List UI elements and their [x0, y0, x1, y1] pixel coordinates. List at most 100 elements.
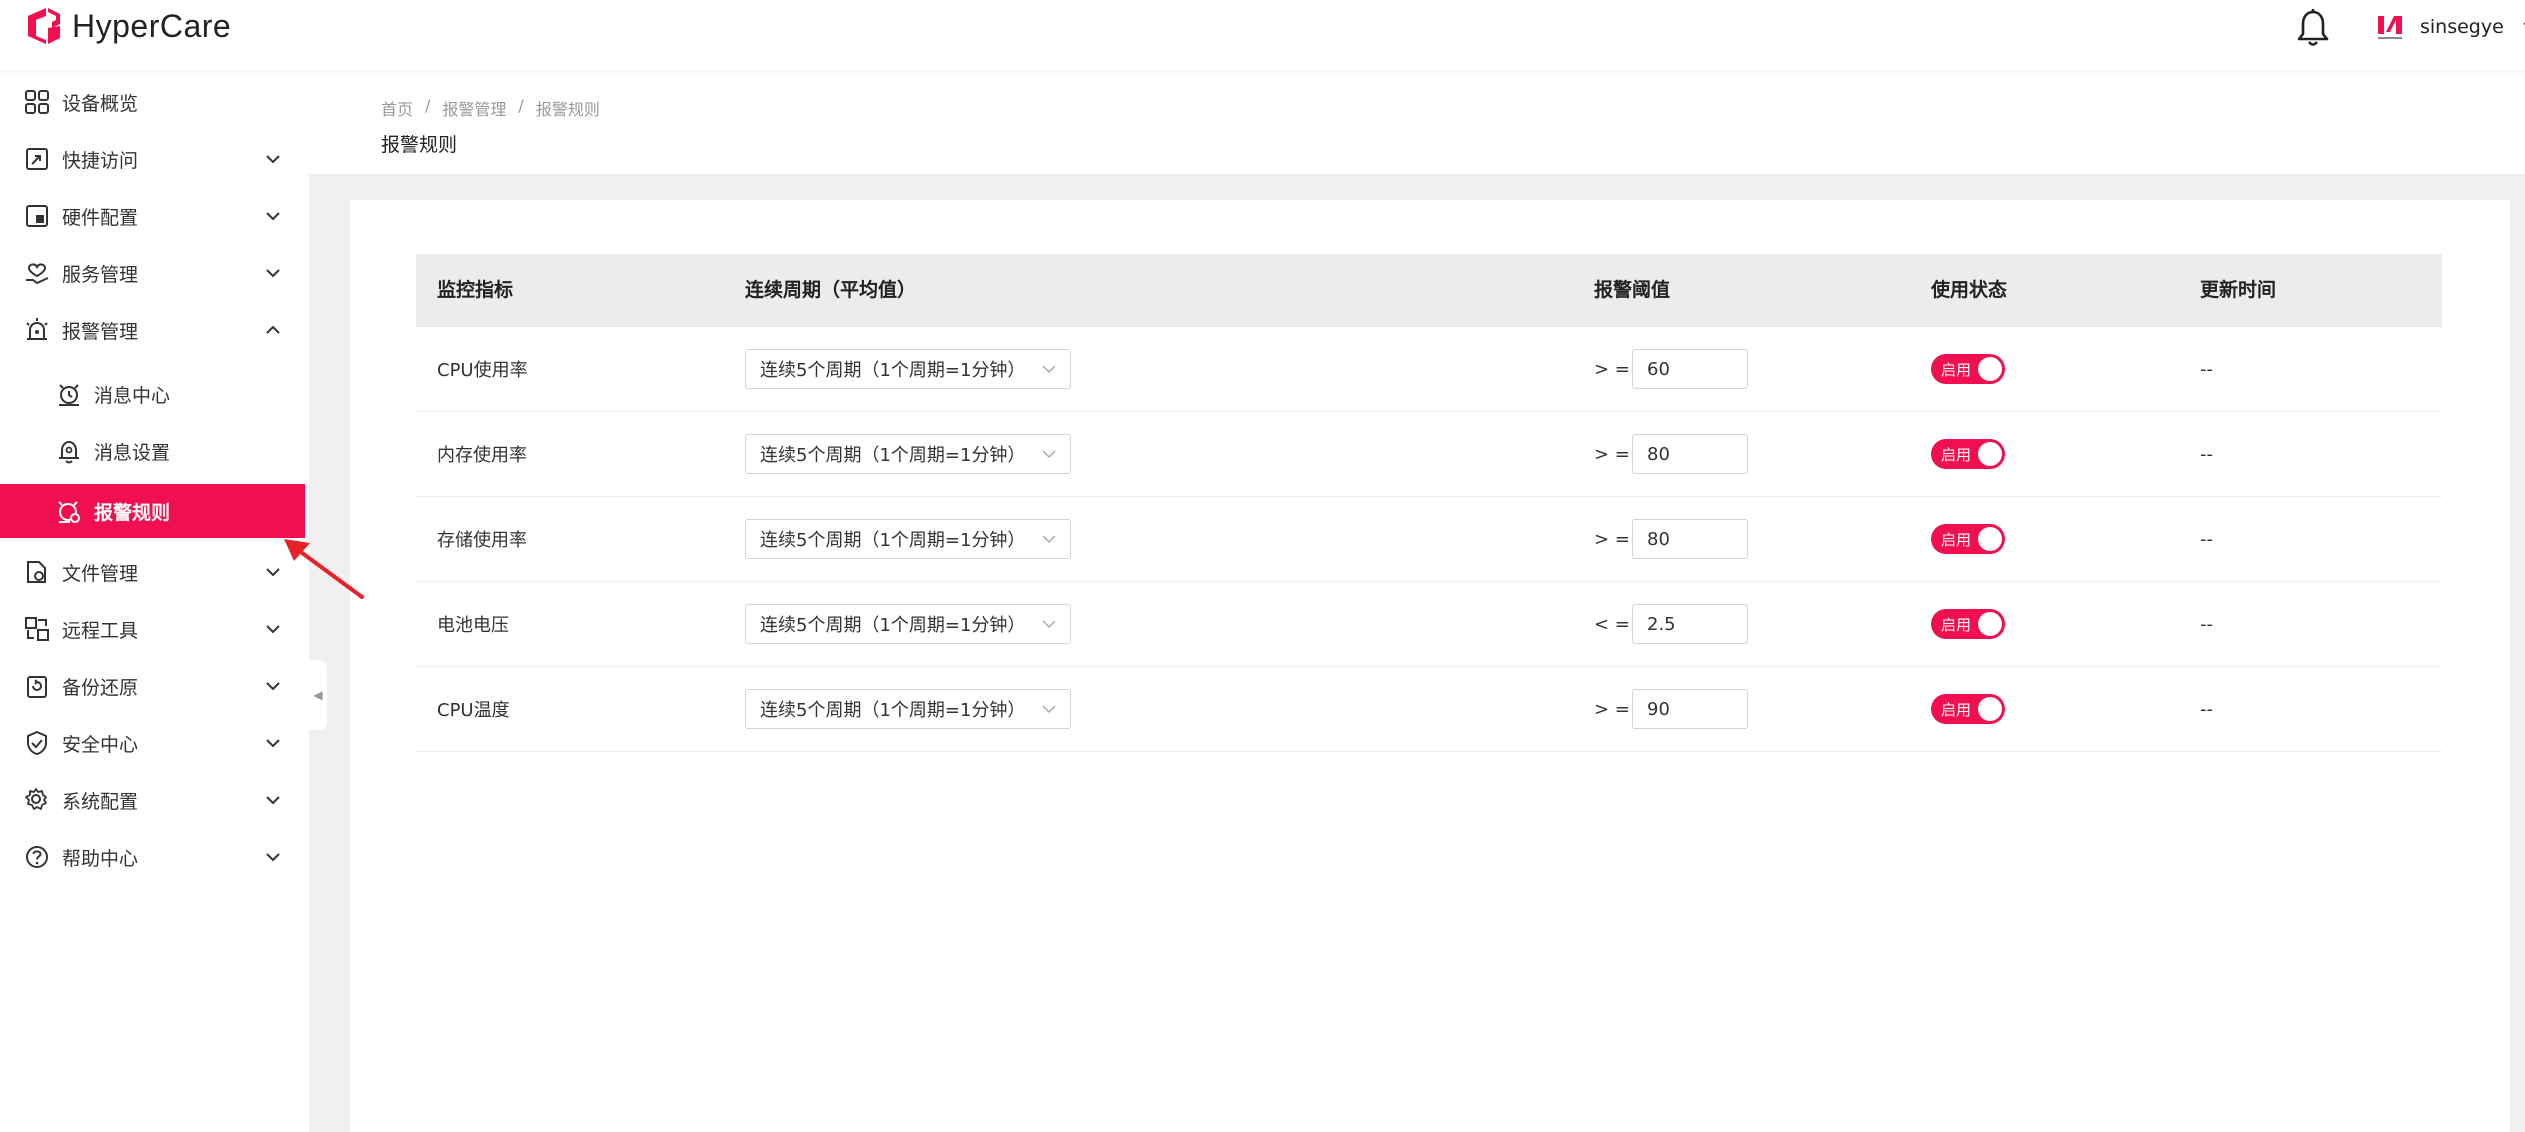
sidebar-item-label: 报警管理	[62, 320, 139, 343]
chevron-down-icon	[1042, 705, 1056, 714]
toggle-knob	[1978, 357, 2002, 381]
shortcut-icon	[26, 148, 48, 170]
status-toggle-label: 启用	[1941, 531, 1972, 549]
user-menu[interactable]: sinsegye	[2374, 8, 2525, 46]
threshold-input[interactable]	[1632, 434, 1748, 474]
breadcrumb-current: 报警规则	[535, 100, 600, 119]
service-icon	[26, 263, 49, 285]
sidebar-item-label: 设备概览	[62, 92, 139, 115]
page-header: 首页 / 报警管理 / 报警规则 报警规则	[309, 70, 2525, 174]
sidebar-item-label: 远程工具	[62, 619, 139, 642]
period-select-value: 连续5个周期（1个周期=1分钟）	[760, 615, 1026, 636]
table-header: 监控指标 连续周期（平均值） 报警阈值 使用状态 更新时间	[416, 254, 2442, 327]
threshold-input[interactable]	[1632, 519, 1748, 559]
breadcrumb-separator: /	[518, 96, 524, 115]
table-row: 电池电压 连续5个周期（1个周期=1分钟） < = 启用 --	[416, 582, 2442, 667]
status-toggle[interactable]: 启用	[1931, 524, 2005, 554]
sidebar-item-file[interactable]: 文件管理	[0, 544, 305, 600]
breadcrumb: 首页 / 报警管理 / 报警规则	[381, 96, 600, 120]
sidebar-item-backup[interactable]: 备份还原	[0, 658, 305, 714]
column-header-updated: 更新时间	[2200, 279, 2277, 301]
chevron-down-icon	[266, 269, 280, 278]
shield-icon	[27, 730, 47, 756]
notification-bell-icon[interactable]	[2296, 8, 2330, 48]
operator-label: > =	[1594, 698, 1630, 720]
chevron-down-icon	[266, 212, 280, 221]
column-header-threshold: 报警阈值	[1594, 279, 1671, 301]
chevron-down-icon	[1042, 450, 1056, 459]
status-toggle[interactable]: 启用	[1931, 694, 2005, 724]
operator-label: > =	[1594, 528, 1630, 550]
user-name: sinsegye	[2420, 16, 2504, 38]
sidebar-item-security[interactable]: 安全中心	[0, 715, 305, 771]
sidebar-collapse-handle[interactable]: ◀	[309, 660, 327, 730]
table-row: 内存使用率 连续5个周期（1个周期=1分钟） > = 启用 --	[416, 412, 2442, 497]
sidebar-item-remote[interactable]: 远程工具	[0, 601, 305, 657]
status-toggle[interactable]: 启用	[1931, 609, 2005, 639]
period-select[interactable]: 连续5个周期（1个周期=1分钟）	[745, 604, 1071, 644]
sidebar-item-help[interactable]: 帮助中心	[0, 829, 305, 885]
column-header-status: 使用状态	[1931, 279, 2008, 301]
metric-cell: 电池电压	[437, 615, 509, 636]
message-center-icon	[59, 384, 79, 406]
column-header-period: 连续周期（平均值）	[745, 279, 917, 301]
metric-cell: CPU使用率	[437, 360, 528, 381]
period-select[interactable]: 连续5个周期（1个周期=1分钟）	[745, 434, 1071, 474]
threshold-input[interactable]	[1632, 349, 1748, 389]
sidebar-item-shortcut[interactable]: 快捷访问	[0, 131, 305, 187]
sidebar-subitem-alarm-rules[interactable]: 报警规则	[0, 484, 305, 538]
updated-cell: --	[2200, 358, 2213, 380]
sidebar-item-label: 快捷访问	[62, 149, 139, 172]
sidebar-item-label: 备份还原	[62, 676, 139, 699]
collapse-left-icon: ◀	[313, 688, 323, 702]
chevron-up-icon	[266, 325, 280, 334]
message-settings-icon	[59, 440, 79, 464]
alarm-rule-icon	[58, 501, 80, 523]
sidebar-item-alarm[interactable]: 报警管理	[0, 302, 305, 358]
status-toggle-label: 启用	[1941, 701, 1972, 719]
threshold-input[interactable]	[1632, 689, 1748, 729]
content-card: 监控指标 连续周期（平均值） 报警阈值 使用状态 更新时间 CPU使用率 连续5…	[350, 200, 2510, 1132]
chevron-down-icon	[266, 568, 280, 577]
breadcrumb-home[interactable]: 首页	[381, 96, 413, 120]
updated-cell: --	[2200, 528, 2213, 550]
chevron-down-icon	[266, 155, 280, 164]
top-header: HyperCare sinsegye	[0, 0, 2525, 70]
period-select-value: 连续5个周期（1个周期=1分钟）	[760, 445, 1026, 466]
column-header-metric: 监控指标	[437, 279, 514, 301]
updated-cell: --	[2200, 443, 2213, 465]
period-select[interactable]: 连续5个周期（1个周期=1分钟）	[745, 349, 1071, 389]
period-select-value: 连续5个周期（1个周期=1分钟）	[760, 360, 1026, 381]
sidebar-item-label: 硬件配置	[62, 206, 139, 229]
operator-label: < =	[1594, 613, 1630, 635]
metric-cell: 内存使用率	[437, 445, 527, 466]
sidebar-item-service[interactable]: 服务管理	[0, 245, 305, 301]
sidebar-subitem-message-settings[interactable]: 消息设置	[0, 424, 305, 478]
status-toggle-label: 启用	[1941, 361, 1972, 379]
status-toggle[interactable]: 启用	[1931, 439, 2005, 469]
table-row: 存储使用率 连续5个周期（1个周期=1分钟） > = 启用 --	[416, 497, 2442, 582]
sidebar-item-label: 文件管理	[62, 562, 139, 585]
annotation-arrow-icon	[284, 539, 364, 599]
sidebar-item-label: 帮助中心	[62, 847, 139, 870]
gear-icon	[25, 788, 47, 810]
sidebar-subitem-message-center[interactable]: 消息中心	[0, 367, 305, 421]
app-logo[interactable]: HyperCare	[24, 6, 231, 46]
sidebar: 设备概览 快捷访问 硬件配置 服务管理 报警管理 消息中心 消息设置 报警规则 …	[0, 70, 309, 1132]
sidebar-item-device-overview[interactable]: 设备概览	[0, 74, 305, 130]
sidebar-subitem-label: 消息中心	[94, 384, 171, 407]
chevron-down-icon	[266, 625, 280, 634]
sidebar-item-system[interactable]: 系统配置	[0, 772, 305, 828]
file-icon	[27, 561, 46, 583]
toggle-knob	[1978, 442, 2002, 466]
breadcrumb-alarm[interactable]: 报警管理	[442, 96, 506, 120]
threshold-input[interactable]	[1632, 604, 1748, 644]
status-toggle[interactable]: 启用	[1931, 354, 2005, 384]
grid-icon	[25, 90, 49, 114]
sidebar-item-label: 服务管理	[62, 263, 139, 286]
sidebar-item-hardware[interactable]: 硬件配置	[0, 188, 305, 244]
period-select[interactable]: 连续5个周期（1个周期=1分钟）	[745, 519, 1071, 559]
chevron-down-icon	[266, 739, 280, 748]
period-select[interactable]: 连续5个周期（1个周期=1分钟）	[745, 689, 1071, 729]
updated-cell: --	[2200, 613, 2213, 635]
